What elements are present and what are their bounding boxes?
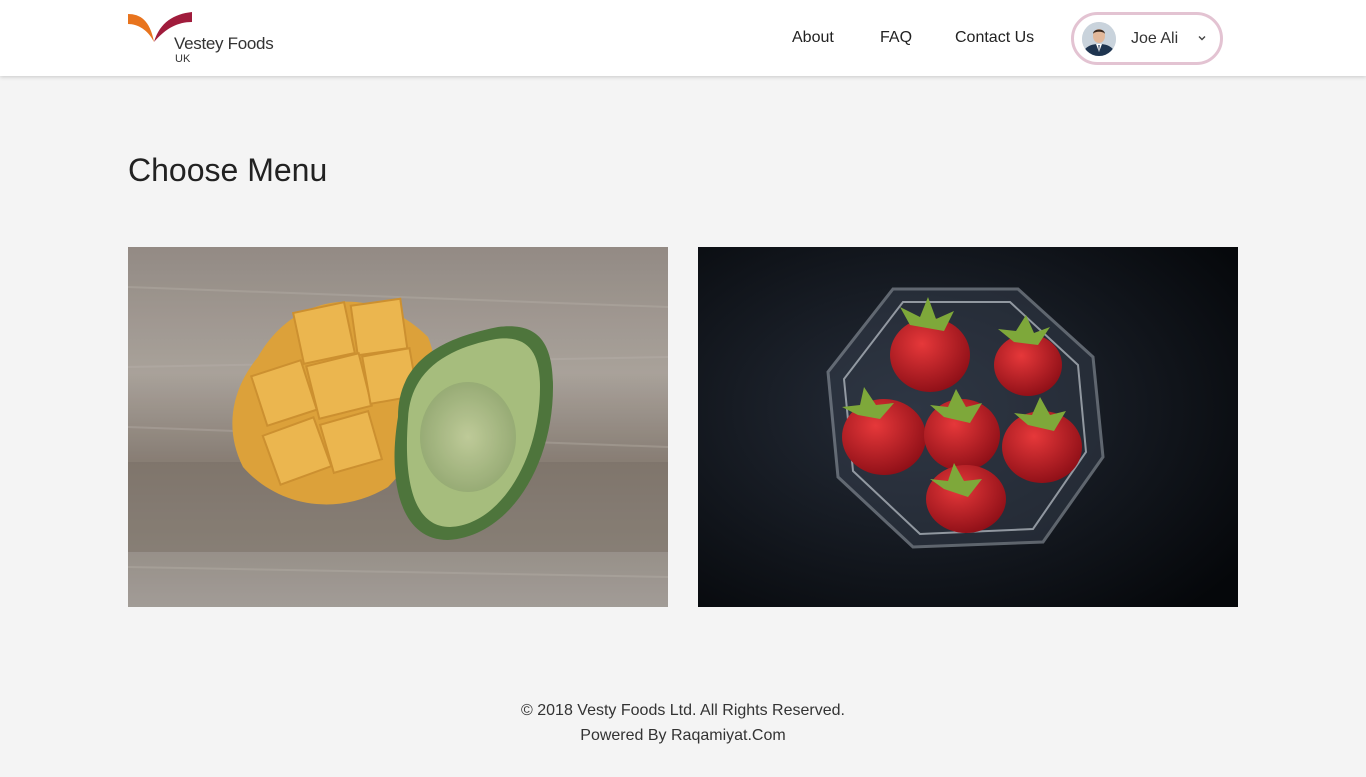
user-avatar-icon [1082,22,1116,56]
logo-sub: UK [175,53,191,65]
menu-card-mango-avocado[interactable] [128,247,668,607]
avatar [1082,22,1116,56]
nav-about[interactable]: About [792,29,834,47]
top-navbar: Vestey Foods UK About FAQ Contact Us Joe… [0,0,1366,76]
footer-powered-by[interactable]: Powered By Raqamiyat.Com [0,723,1366,748]
user-menu-button[interactable]: Joe Ali [1071,12,1223,65]
footer: © 2018 Vesty Foods Ltd. All Rights Reser… [0,698,1366,748]
user-name: Joe Ali [1131,30,1179,47]
vestey-foods-logo[interactable]: Vestey Foods UK [128,12,278,66]
page-title: Choose Menu [128,152,328,188]
logo-name: Vestey Foods [174,34,274,53]
strawberries-bowl-photo [698,247,1238,607]
menu-card-strawberries[interactable] [698,247,1238,607]
mango-avocado-photo [128,247,668,607]
footer-copyright: © 2018 Vesty Foods Ltd. All Rights Reser… [521,702,845,719]
nav-contact-us[interactable]: Contact Us [955,29,1034,47]
chevron-down-icon [1198,36,1206,41]
nav-faq[interactable]: FAQ [880,29,912,47]
